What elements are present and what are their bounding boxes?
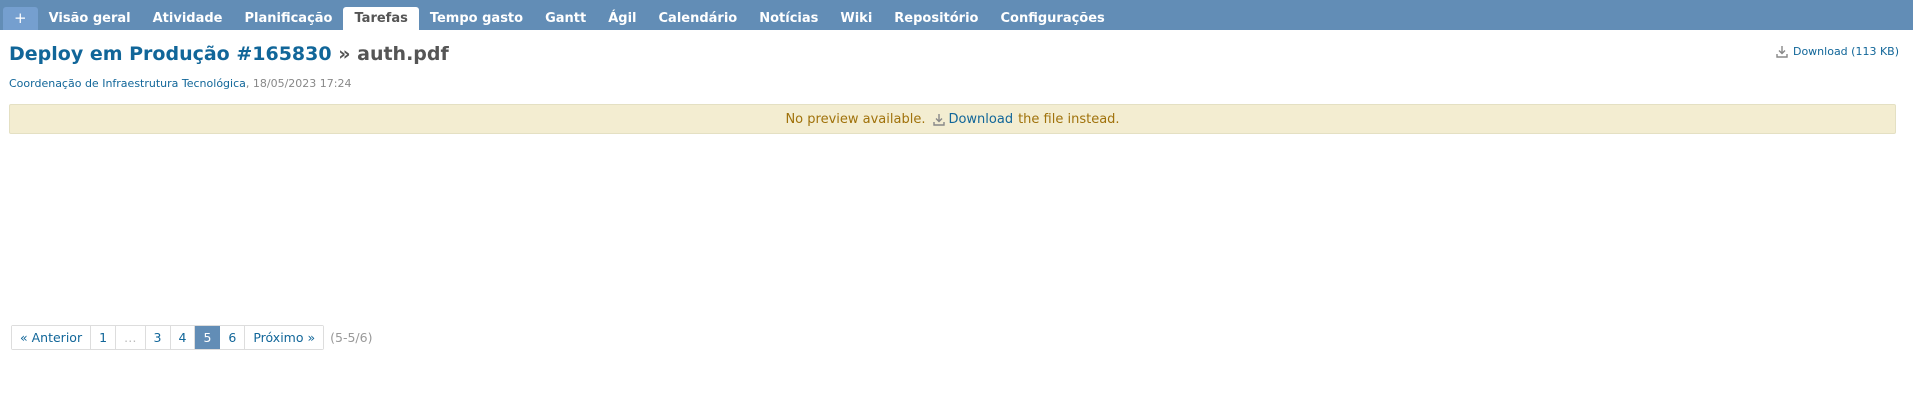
attachment-date: , 18/05/2023 17:24 bbox=[245, 77, 352, 90]
page-link-3[interactable]: 3 bbox=[145, 326, 171, 349]
tab-agile[interactable]: Ágil bbox=[597, 7, 647, 30]
title-separator: » bbox=[338, 43, 351, 65]
download-label: Download (113 KB) bbox=[1792, 45, 1899, 58]
new-object-button[interactable]: + bbox=[3, 7, 38, 30]
current-page: 5 bbox=[195, 326, 221, 349]
page-link-4[interactable]: 4 bbox=[170, 326, 196, 349]
download-icon bbox=[933, 113, 946, 126]
next-page-button[interactable]: Próximo » bbox=[245, 326, 324, 349]
notice-suffix: the file instead. bbox=[1018, 111, 1120, 127]
tab-calendar[interactable]: Calendário bbox=[648, 7, 749, 30]
page-gap: … bbox=[116, 326, 146, 349]
main-menu-bar: + Visão geral Atividade Planificação Tar… bbox=[0, 0, 1913, 30]
page-link-1[interactable]: 1 bbox=[91, 326, 117, 349]
items-count: (5-5/6) bbox=[330, 330, 373, 345]
notice-download-label: Download bbox=[948, 111, 1014, 127]
download-link[interactable]: Download (113 KB) bbox=[1776, 45, 1899, 58]
pagination-pages: « Anterior 1 … 3 4 5 6 Próximo » bbox=[11, 325, 325, 350]
notice-text: No preview available. bbox=[785, 111, 926, 127]
page-title: Deploy em Produção #165830 » auth.pdf bbox=[9, 43, 449, 65]
tab-time-spent[interactable]: Tempo gasto bbox=[419, 7, 534, 30]
download-icon bbox=[1776, 45, 1788, 58]
page-link-6[interactable]: 6 bbox=[220, 326, 246, 349]
notice-download-link[interactable]: Download bbox=[929, 112, 1013, 127]
tab-gantt[interactable]: Gantt bbox=[534, 7, 597, 30]
tab-wiki[interactable]: Wiki bbox=[829, 7, 883, 30]
tab-activity[interactable]: Atividade bbox=[142, 7, 234, 30]
previous-page-button[interactable]: « Anterior bbox=[12, 326, 92, 349]
tab-repository[interactable]: Repositório bbox=[883, 7, 989, 30]
issue-link[interactable]: Deploy em Produção #165830 bbox=[9, 43, 332, 65]
no-preview-notice: No preview available. Download the file … bbox=[9, 104, 1896, 134]
tab-issues[interactable]: Tarefas bbox=[343, 7, 419, 30]
pagination: « Anterior 1 … 3 4 5 6 Próximo » (5-5/6) bbox=[11, 325, 372, 350]
author-link[interactable]: Coordenação de Infraestrutura Tecnológic… bbox=[9, 77, 246, 90]
tab-news[interactable]: Notícias bbox=[748, 7, 829, 30]
tab-settings[interactable]: Configurações bbox=[989, 7, 1115, 30]
tab-overview[interactable]: Visão geral bbox=[38, 7, 142, 30]
attachment-meta: Coordenação de Infraestrutura Tecnológic… bbox=[9, 77, 351, 90]
attachment-filename: auth.pdf bbox=[357, 43, 449, 65]
project-tabs: + Visão geral Atividade Planificação Tar… bbox=[3, 7, 1116, 30]
tab-roadmap[interactable]: Planificação bbox=[233, 7, 343, 30]
